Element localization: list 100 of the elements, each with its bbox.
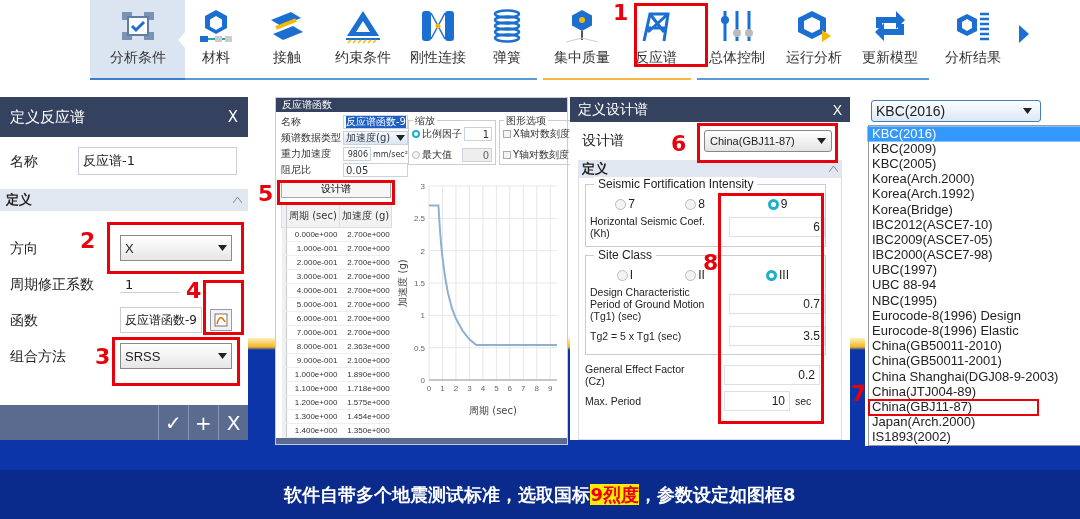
dropdown[interactable]: KBC(2016) <box>871 100 1041 122</box>
close-button[interactable]: X <box>227 108 238 126</box>
list-option[interactable]: IBC2009(ASCE7-05) <box>869 233 996 246</box>
number-field[interactable]: 6 <box>729 217 825 237</box>
radio-button[interactable] <box>412 130 420 138</box>
radio-button[interactable] <box>766 269 777 281</box>
list-option[interactable]: NBC(1995) <box>869 294 941 307</box>
window-title: 反应谱函数 <box>282 98 332 112</box>
toolbar-button[interactable]: 更新模型 <box>851 0 929 80</box>
caret-icon <box>218 245 227 251</box>
table-cell: 5.000e-001 <box>286 297 340 312</box>
toolbar-button[interactable]: 材料 <box>185 0 247 80</box>
list-option[interactable]: IBC2012(ASCE7-10) <box>869 218 996 231</box>
number-field[interactable]: 0 <box>462 148 492 162</box>
list-option[interactable]: KBC(2009) <box>869 142 940 155</box>
caret-icon <box>396 135 405 141</box>
list-option[interactable]: UBC(1997) <box>869 264 941 277</box>
close-button[interactable]: X <box>832 101 842 118</box>
axis-title: 加速度 (g) <box>397 259 408 307</box>
text-field[interactable]: 9806 <box>343 147 371 161</box>
toolbar-button[interactable]: 接触 <box>247 0 327 80</box>
name-field[interactable]: 反应谱-1 <box>78 147 237 175</box>
list-option[interactable]: Korea(Arch.1992) <box>869 188 978 201</box>
field-label: Horizontal Seismic Coef. (Kh) <box>590 215 706 239</box>
table-cell: 0.000e+000 <box>286 227 340 242</box>
list-option[interactable]: IBC2000(ASCE7-98) <box>869 249 996 262</box>
group-title: Site Class <box>594 248 657 262</box>
toolbar-button[interactable]: 运行分析 <box>777 0 851 80</box>
toolbar-button[interactable]: 刚性连接 <box>399 0 477 80</box>
radio-button[interactable] <box>767 198 779 210</box>
number-field[interactable]: 3.5 <box>729 326 825 346</box>
radio-button[interactable] <box>685 269 697 281</box>
table-cell: 7.000e-001 <box>286 325 340 340</box>
list-option[interactable]: China Shanghai(DGJ08-9-2003) <box>869 370 1062 383</box>
number-field[interactable]: 0.7 <box>729 294 825 314</box>
chart-button[interactable] <box>210 309 232 331</box>
field-label: 设计谱 <box>582 132 624 150</box>
text-field[interactable]: 0.05 <box>343 163 408 177</box>
radio-label: 最大值 <box>422 148 452 162</box>
radio-button[interactable] <box>685 198 697 210</box>
text-field[interactable]: 反应谱函数-9 <box>120 307 202 333</box>
radio-button[interactable] <box>615 198 627 210</box>
radio-label: III <box>779 268 789 282</box>
number-field[interactable]: 10 <box>724 391 790 411</box>
group-title: Seismic Fortification Intensity <box>594 177 758 191</box>
field-label: 阻尼比 <box>281 163 312 177</box>
table-cell: 1.200e+000 <box>286 395 340 410</box>
text-field[interactable]: 反应谱函数-9 <box>343 115 408 129</box>
tick-label: 2 <box>453 384 459 393</box>
dropdown[interactable]: X <box>120 235 232 261</box>
footer-button[interactable]: X <box>218 405 248 440</box>
field-label: Design Characteristic Period of Ground Motion (Tg1) (sec) <box>590 286 706 322</box>
caption-text: 软件自带多个地震测试标准，选取国标9烈度，参数设定如图框8 <box>284 482 796 507</box>
tick-label: 8 <box>534 384 539 393</box>
number-field[interactable]: 1 <box>464 127 492 141</box>
list-option[interactable]: Japan(Arch.2000) <box>869 416 979 429</box>
arrow-right-icon[interactable] <box>1019 25 1029 43</box>
step-number: 7 <box>851 382 867 406</box>
list-option[interactable]: Korea(Arch.2000) <box>869 173 978 186</box>
caret-icon <box>218 353 227 359</box>
list-option[interactable]: KBC(2005) <box>869 157 940 170</box>
radio-label: II <box>698 268 705 282</box>
radio-button[interactable] <box>412 151 420 159</box>
dropdown[interactable]: SRSS <box>120 343 232 369</box>
field-label: 方向 <box>10 240 38 256</box>
field-label: 函数 <box>10 312 38 328</box>
toolbar-button[interactable]: 分析条件 <box>90 0 185 80</box>
footer-button[interactable]: ✓ <box>158 405 188 440</box>
tick-label: 3 <box>420 182 425 191</box>
list-option[interactable]: IS1893(2002) <box>869 431 954 444</box>
list-option[interactable]: Eurocode-8(1996) Elastic <box>869 325 1022 338</box>
list-option[interactable]: China(JTJ004-89) <box>869 385 980 398</box>
table-cell: 2.700e+000 <box>339 311 392 326</box>
list-option[interactable]: UBC 88-94 <box>869 279 940 292</box>
list-option[interactable]: China(GB50011-2001) <box>869 355 1005 368</box>
step-number: 4 <box>186 279 202 303</box>
list-option[interactable]: China(GBJ11-87) <box>869 400 976 413</box>
list-option[interactable]: Korea(Bridge) <box>869 203 956 216</box>
table-cell: 1.890e+000 <box>339 367 392 382</box>
checkbox[interactable] <box>503 130 511 138</box>
field-label: 周期修正系数 <box>10 276 94 292</box>
tick-label: 5 <box>494 384 499 393</box>
table-cell: 2.700e+000 <box>339 241 392 256</box>
table-cell: 2.700e+000 <box>339 325 392 340</box>
toolbar-button[interactable]: 弹簧 <box>477 0 537 80</box>
table-cell: 4.000e-001 <box>286 283 340 298</box>
list-option[interactable]: China(GB50011-2010) <box>869 340 1005 353</box>
checkbox[interactable] <box>503 151 511 159</box>
footer-button[interactable]: + <box>188 405 218 440</box>
dropdown[interactable]: China(GBJ11-87) <box>704 130 832 152</box>
list-option[interactable]: Eurocode-8(1996) Design <box>869 309 1024 322</box>
toolbar-button[interactable]: 总体控制 <box>697 0 777 80</box>
table-cell: 2.700e+000 <box>339 283 392 298</box>
toolbar-button[interactable]: 约束条件 <box>327 0 399 80</box>
number-field[interactable]: 0.2 <box>724 365 820 385</box>
table-cell: 2.000e-001 <box>286 255 340 270</box>
radio-label: 9 <box>780 197 788 211</box>
dropdown[interactable]: 加速度(g) <box>343 131 408 145</box>
radio-button[interactable] <box>616 269 628 281</box>
toolbar-button[interactable]: 分析结果 <box>929 0 1017 80</box>
